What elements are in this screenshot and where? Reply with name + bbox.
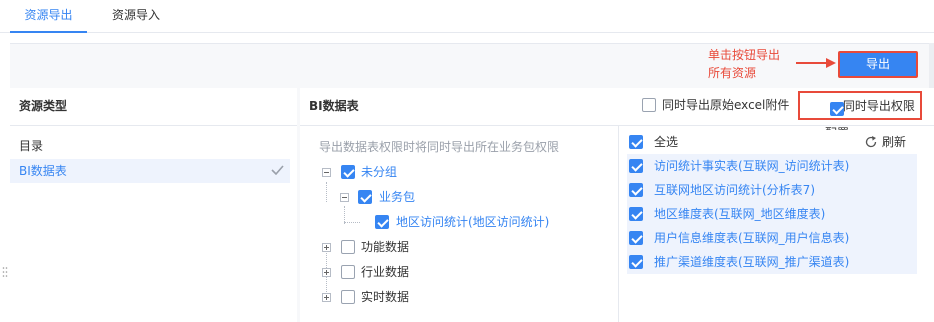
tree-checkbox[interactable] xyxy=(375,215,389,229)
tab-resource-import[interactable]: 资源导入 xyxy=(100,0,172,33)
tree-checkbox[interactable] xyxy=(341,290,355,304)
list-item-label: 访问统计事实表(互联网_访问统计表) xyxy=(654,159,850,173)
list-item[interactable]: 推广渠道维度表(互联网_推广渠道表) xyxy=(627,250,917,274)
refresh-label: 刷新 xyxy=(882,135,907,149)
tree-node-label: 实时数据 xyxy=(361,290,410,304)
resource-type-title: 资源类型 xyxy=(19,99,68,113)
list-item-checkbox[interactable] xyxy=(629,183,643,197)
list-item-label: 地区维度表(互联网_地区维度表) xyxy=(654,207,826,221)
tree-node-label: 地区访问统计(地区访问统计) xyxy=(396,215,550,229)
tree-node-label: 业务包 xyxy=(379,190,416,204)
panel-separator xyxy=(618,126,619,322)
refresh-icon xyxy=(865,136,877,148)
export-excel-checkbox[interactable] xyxy=(642,98,656,112)
collapse-icon[interactable] xyxy=(340,193,349,202)
resource-type-item-bi-table[interactable]: BI数据表 xyxy=(10,159,290,183)
tree-checkbox[interactable] xyxy=(358,190,372,204)
select-all-row[interactable]: 全选 刷新 xyxy=(627,130,917,154)
tree-checkbox[interactable] xyxy=(341,165,355,179)
list-item-checkbox[interactable] xyxy=(629,231,643,245)
divider xyxy=(10,125,297,126)
list-item[interactable]: 地区维度表(互联网_地区维度表) xyxy=(627,202,917,226)
list-item-checkbox[interactable] xyxy=(629,255,643,269)
collapse-icon[interactable] xyxy=(322,168,331,177)
list-item-checkbox[interactable] xyxy=(629,207,643,221)
tree-checkbox[interactable] xyxy=(341,265,355,279)
bi-table-title: BI数据表 xyxy=(309,99,359,113)
resource-type-item-catalog[interactable]: 目录 xyxy=(10,134,290,158)
expand-icon[interactable] xyxy=(322,268,331,277)
list-item-checkbox[interactable] xyxy=(629,159,643,173)
select-all-label: 全选 xyxy=(654,135,679,149)
export-excel-option[interactable]: 同时导出原始excel附件 xyxy=(642,94,789,116)
tree-connector xyxy=(326,182,327,202)
resource-type-panel: 资源类型 目录 BI数据表 xyxy=(10,88,297,322)
drag-handle-icon[interactable] xyxy=(2,266,8,278)
tree-node-label: 功能数据 xyxy=(361,240,410,254)
list-item-label: 互联网地区访问统计(分析表7) xyxy=(654,183,815,197)
export-button[interactable]: 导出 xyxy=(838,51,918,78)
expand-icon[interactable] xyxy=(322,293,331,302)
resource-type-label: 目录 xyxy=(19,139,44,153)
list-item-label: 用户信息维度表(互联网_用户信息表) xyxy=(654,231,850,245)
tree-connector xyxy=(344,222,360,223)
annotation-line-1: 单击按钮导出 xyxy=(708,48,781,62)
divider xyxy=(300,125,934,126)
export-permissions-option[interactable]: 同时导出权限配置 xyxy=(798,91,922,140)
tab-resource-export[interactable]: 资源导出 xyxy=(10,0,87,33)
tree-node-label: 未分组 xyxy=(361,165,398,179)
list-item[interactable]: 用户信息维度表(互联网_用户信息表) xyxy=(627,226,917,250)
top-tab-bar: 资源导出 资源导入 xyxy=(0,0,934,33)
list-item-label: 推广渠道维度表(互联网_推广渠道表) xyxy=(654,255,850,269)
tree-node-label: 行业数据 xyxy=(361,265,410,279)
annotation-text: 单击按钮导出 所有资源 xyxy=(708,46,780,82)
list-item[interactable]: 访问统计事实表(互联网_访问统计表) xyxy=(627,154,917,178)
export-excel-label: 同时导出原始excel附件 xyxy=(662,98,790,112)
tree-checkbox[interactable] xyxy=(341,240,355,254)
permission-hint: 导出数据表权限时将同时导出所在业务包权限 xyxy=(319,140,560,154)
expand-icon[interactable] xyxy=(322,243,331,252)
annotation-line-2: 所有资源 xyxy=(708,66,757,80)
checkmark-icon xyxy=(271,165,284,175)
list-item[interactable]: 互联网地区访问统计(分析表7) xyxy=(627,178,917,202)
select-all-checkbox[interactable] xyxy=(629,135,643,149)
annotation-arrow-icon xyxy=(796,58,836,68)
bi-table-panel: BI数据表 同时导出原始excel附件 同时导出权限配置 导出数据表权限时将同时… xyxy=(300,88,934,322)
resource-type-label: BI数据表 xyxy=(19,164,67,178)
table-list: 全选 刷新 访问统计事实表(互联网_访问统计表) 互联网地区访问统计(分析表7)… xyxy=(627,130,917,274)
export-permissions-checkbox[interactable] xyxy=(830,102,844,116)
